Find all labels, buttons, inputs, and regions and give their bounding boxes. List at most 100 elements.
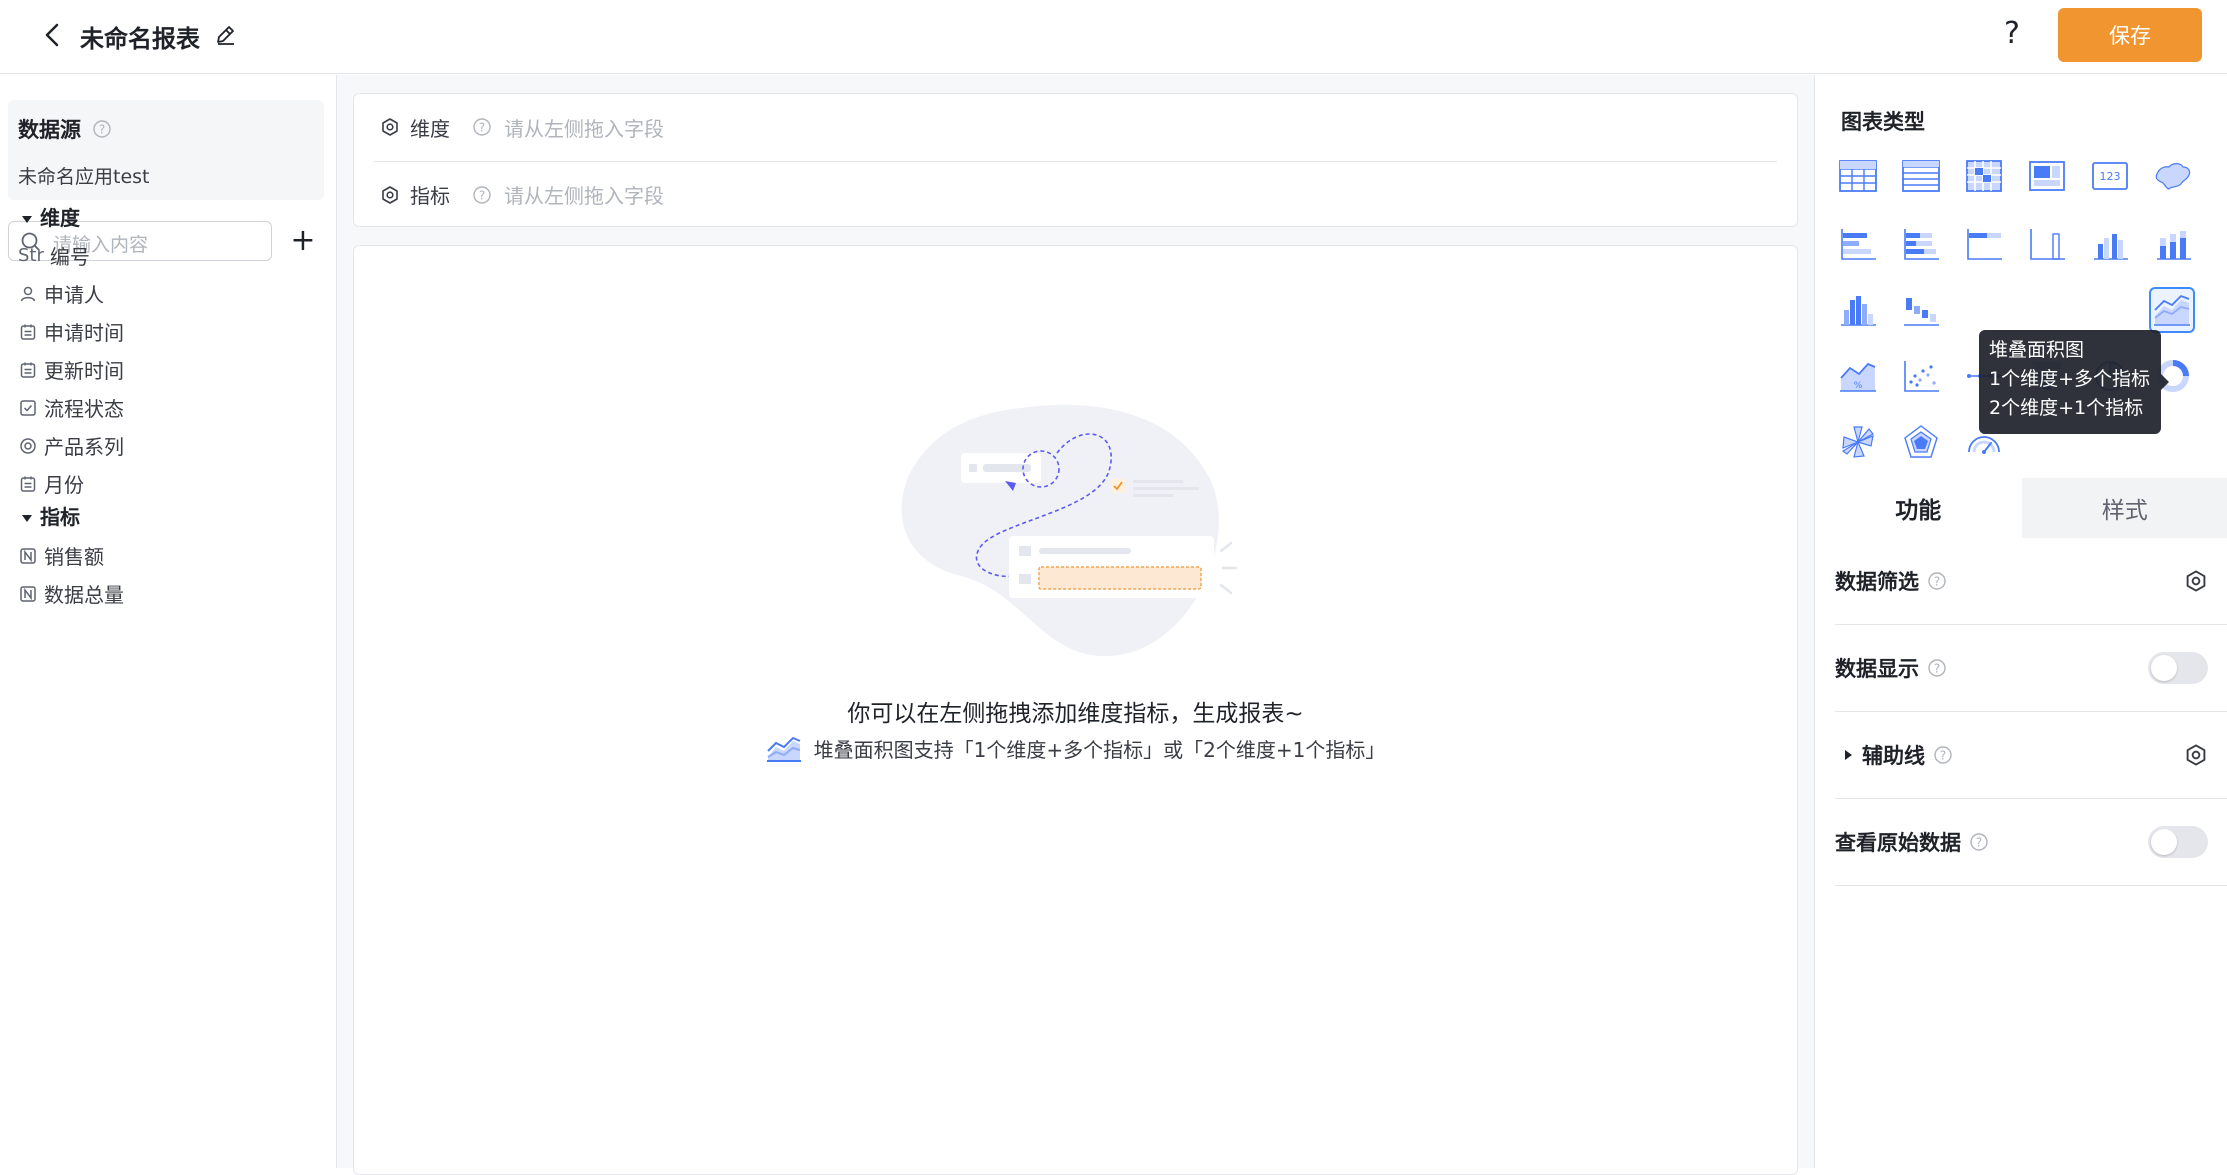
field-item[interactable]: 更新时间 (18, 355, 124, 384)
empty-state-hint-text: 堆叠面积图支持「1个维度+多个指标」或「2个维度+1个指标」 (814, 734, 1386, 763)
card-chart-icon[interactable] (2024, 153, 2070, 199)
settings-icon[interactable] (2184, 569, 2208, 593)
tooltip-line: 1个维度+多个指标 (1989, 365, 2151, 394)
field-label: 产品系列 (44, 431, 124, 460)
field-drop-zone: 维度 ? 请从左侧拖入字段 指标 ? 请从左侧拖入字段 (353, 93, 1798, 227)
percent-horizontal-bar-icon[interactable] (1961, 221, 2007, 267)
caret-right-icon (1845, 750, 1852, 760)
cross-table-icon[interactable] (1961, 153, 2007, 199)
number-icon (18, 584, 38, 604)
svg-text:?: ? (1934, 662, 1940, 676)
field-label: 编号 (50, 241, 90, 270)
chart-type-title: 图表类型 (1841, 106, 1925, 136)
horizontal-bar-icon[interactable] (1835, 221, 1881, 267)
measure-drop-row[interactable]: 指标 ? 请从左侧拖入字段 (374, 161, 1777, 227)
help-circle-icon[interactable]: ? (472, 185, 492, 205)
datasource-name: 未命名应用test (18, 162, 150, 189)
settings-icon[interactable] (2184, 743, 2208, 767)
tab-style[interactable]: 样式 (2022, 478, 2227, 538)
add-field-button[interactable]: + (288, 221, 318, 261)
stacked-horizontal-bar-icon[interactable] (1898, 221, 1944, 267)
edit-title-icon[interactable] (213, 22, 239, 48)
field-item[interactable]: 申请时间 (18, 317, 124, 346)
table-chart-icon[interactable] (1835, 153, 1881, 199)
svg-text:?: ? (99, 123, 105, 137)
config-tabs: 功能 样式 (1815, 478, 2227, 538)
data-display-toggle[interactable] (2148, 652, 2208, 684)
rose-chart-icon[interactable] (1835, 419, 1881, 465)
percent-area-chart-icon[interactable]: % (1835, 353, 1881, 399)
field-item[interactable]: 产品系列 (18, 431, 124, 460)
view-raw-data-toggle[interactable] (2148, 826, 2208, 858)
save-button[interactable]: 保存 (2058, 8, 2202, 62)
field-item[interactable]: 月份 (18, 469, 84, 498)
dimension-drop-placeholder: 请从左侧拖入字段 (504, 113, 664, 142)
radio-icon (18, 436, 38, 456)
number-card-icon[interactable]: 123 (2087, 153, 2133, 199)
help-circle-icon[interactable]: ? (92, 119, 112, 139)
field-label: 申请时间 (44, 317, 124, 346)
measure-drop-placeholder: 请从左侧拖入字段 (504, 180, 664, 209)
dimension-group-header[interactable]: 维度 (22, 202, 80, 231)
reference-line-option[interactable]: 辅助线 ? (1835, 712, 2227, 799)
field-label: 月份 (44, 469, 84, 498)
view-raw-data-option: 查看原始数据 ? (1835, 799, 2227, 886)
svg-text:?: ? (1940, 749, 1946, 763)
field-item[interactable]: 申请人 (18, 279, 104, 308)
report-canvas-area: 维度 ? 请从左侧拖入字段 指标 ? 请从左侧拖入字段 (337, 75, 1814, 1168)
field-item[interactable]: Str 编号 (18, 241, 90, 270)
chart-type-tooltip: 堆叠面积图 1个维度+多个指标 2个维度+1个指标 (1979, 330, 2161, 434)
empty-state-hint: 堆叠面积图支持「1个维度+多个指标」或「2个维度+1个指标」 (354, 734, 1797, 763)
datasource-title: 数据源 (18, 114, 81, 144)
field-label: 流程状态 (44, 393, 124, 422)
field-item[interactable]: 销售额 (18, 541, 104, 570)
back-arrow-icon[interactable] (38, 20, 68, 50)
datasource-card: 数据源 ? 未命名应用test (8, 100, 324, 200)
data-display-option: 数据显示 ? (1835, 625, 2227, 712)
option-label: 查看原始数据 (1835, 827, 1961, 857)
help-circle-icon[interactable]: ? (1969, 832, 1989, 852)
measure-group-header[interactable]: 指标 (22, 501, 80, 530)
column-chart-icon[interactable] (2024, 221, 2070, 267)
config-panel: 图表类型 123 % 堆叠面积图 1个维度+多个指标 (1814, 75, 2227, 1168)
field-sidebar: 数据源 ? 未命名应用test 请输入内容 + 维度 Str编号 申请人 申请时… (0, 75, 337, 1168)
option-label: 辅助线 (1862, 740, 1925, 770)
tab-function[interactable]: 功能 (1815, 478, 2022, 538)
histogram-icon[interactable] (1835, 287, 1881, 333)
field-label: 数据总量 (44, 579, 124, 608)
radar-chart-icon[interactable] (1898, 419, 1944, 465)
caret-down-icon (22, 515, 32, 522)
settings-icon (380, 185, 400, 205)
map-chart-icon[interactable] (2150, 153, 2196, 199)
measure-group-label: 指标 (40, 505, 80, 529)
help-circle-icon[interactable]: ? (1933, 745, 1953, 765)
string-icon: Str (18, 245, 44, 266)
field-item[interactable]: 数据总量 (18, 579, 124, 608)
calendar-icon (18, 322, 38, 342)
svg-text:?: ? (479, 121, 485, 135)
calendar-icon (18, 360, 38, 380)
waterfall-chart-icon[interactable] (1898, 287, 1944, 333)
stacked-area-chart-icon (766, 735, 802, 763)
dimension-label: 维度 (410, 113, 450, 142)
measure-label: 指标 (410, 180, 450, 209)
user-icon (18, 284, 38, 304)
stacked-column-icon[interactable] (2150, 221, 2196, 267)
scatter-chart-icon[interactable] (1898, 353, 1944, 399)
help-icon[interactable]: ? (2004, 16, 2020, 51)
settings-icon (380, 117, 400, 137)
checkbox-icon (18, 398, 38, 418)
svg-text:%: % (1854, 381, 1863, 391)
help-circle-icon[interactable]: ? (1927, 571, 1947, 591)
help-circle-icon[interactable]: ? (472, 117, 492, 137)
stacked-area-chart-icon[interactable] (2149, 287, 2195, 333)
field-item[interactable]: 流程状态 (18, 393, 124, 422)
detail-table-icon[interactable] (1898, 153, 1944, 199)
dimension-drop-row[interactable]: 维度 ? 请从左侧拖入字段 (354, 94, 1797, 160)
dimension-group-label: 维度 (40, 206, 80, 230)
svg-text:123: 123 (2100, 170, 2121, 183)
field-label: 更新时间 (44, 355, 124, 384)
help-circle-icon[interactable]: ? (1927, 658, 1947, 678)
empty-state-illustration (851, 401, 1311, 661)
grouped-column-icon[interactable] (2087, 221, 2133, 267)
